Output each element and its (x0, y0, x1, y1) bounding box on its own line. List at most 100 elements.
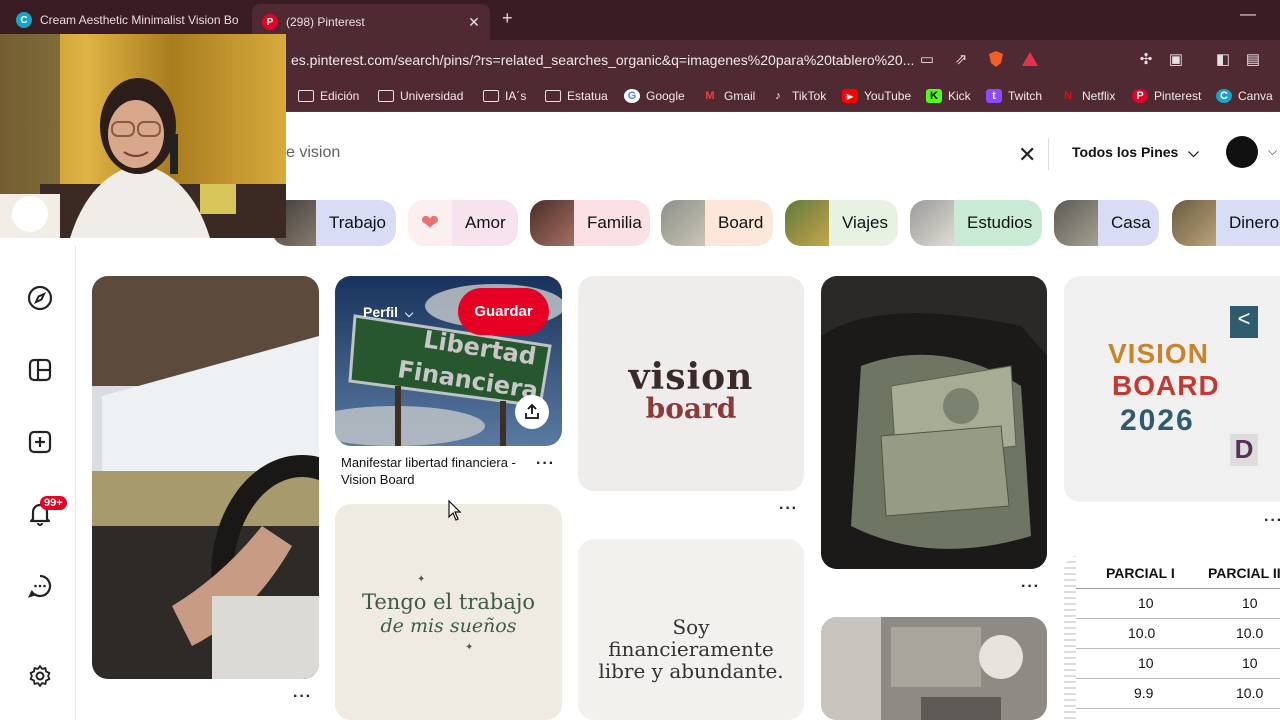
table-row: 10 10 (1076, 649, 1280, 679)
bookmark-edicion[interactable]: Edición (298, 86, 359, 106)
pin-title[interactable]: Manifestar libertad financiera - Vision … (341, 454, 521, 488)
chevron-down-icon[interactable]: ⌵ (1268, 144, 1277, 159)
explore-icon[interactable] (26, 284, 54, 312)
tab-pinterest[interactable]: P (298) Pinterest ✕ (252, 4, 490, 40)
pin-more-button[interactable]: ··· (293, 688, 312, 706)
bookmark-canva[interactable]: C Canva (1216, 86, 1273, 106)
kick-icon: K (926, 89, 942, 103)
divider (1048, 138, 1049, 170)
folder-icon (545, 90, 561, 102)
search-input[interactable]: e vision (286, 144, 340, 162)
quote-line: de mis sueños (380, 615, 517, 637)
bookmark-tiktok[interactable]: ♪ TikTok (770, 86, 826, 106)
pinterest-icon: P (1132, 89, 1148, 103)
boards-icon[interactable] (26, 356, 54, 384)
chip-thumbnail (785, 200, 829, 246)
chip-label: Dinero (1229, 213, 1280, 232)
chip-dinero[interactable]: Dinero (1172, 200, 1280, 246)
logo-text: BOARD (1112, 370, 1220, 401)
bookmark-twitch[interactable]: t Twitch (986, 86, 1042, 106)
chip-casa[interactable]: Casa (1054, 200, 1159, 246)
share-icon[interactable]: ⇗ (951, 50, 971, 70)
pin-quote-libre[interactable]: Soy financieramente libre y abundante. (578, 539, 804, 720)
logo-text: 2026 (1120, 404, 1195, 437)
table-cell: 10 (1242, 595, 1258, 611)
chip-familia[interactable]: Familia (530, 200, 650, 246)
chip-label: Casa (1111, 213, 1151, 232)
pin-car-driving[interactable] (92, 276, 319, 679)
chip-label: Trabajo (329, 213, 387, 232)
pin-money-bag[interactable] (821, 276, 1047, 569)
table-cell: 10.0 (1128, 625, 1156, 641)
bookmark-label: Netflix (1082, 89, 1116, 103)
pin-room[interactable] (821, 617, 1047, 720)
bookmark-universidad[interactable]: Universidad (378, 86, 463, 106)
pin-more-button[interactable]: ··· (1264, 512, 1280, 530)
bookmark-label: Google (646, 89, 685, 103)
bookmark-kick[interactable]: K Kick (926, 86, 971, 106)
chip-thumbnail (661, 200, 705, 246)
tab-canva[interactable]: C Cream Aesthetic Minimalist Vision Bo (8, 6, 244, 34)
bookmark-ias[interactable]: IA´s (483, 86, 526, 106)
logo-text: board (645, 392, 737, 425)
table-cell: 10 (1138, 595, 1154, 611)
close-tab-icon[interactable]: ✕ (464, 14, 484, 31)
bookmark-pinterest[interactable]: P Pinterest (1132, 86, 1201, 106)
pin-more-button[interactable]: ··· (1021, 578, 1040, 596)
pin-vision-board-logo[interactable]: vision board (578, 276, 804, 491)
share-button[interactable] (515, 395, 549, 429)
bookmark-google[interactable]: G Google (624, 86, 685, 106)
clear-search-icon[interactable]: ✕ (1018, 142, 1036, 168)
brave-rewards-icon[interactable] (1020, 50, 1040, 70)
chip-estudios[interactable]: Estudios (910, 200, 1042, 246)
pin-more-button[interactable]: ··· (779, 500, 798, 518)
money-bag-image (821, 276, 1047, 569)
table-row: 9.9 10.0 (1076, 679, 1280, 709)
bookmark-netflix[interactable]: N Netflix (1060, 86, 1115, 106)
table-header-row: PARCIAL I PARCIAL II (1076, 555, 1280, 589)
canva-icon: C (1216, 89, 1232, 103)
bookmark-label: Universidad (400, 89, 464, 103)
extensions-icon[interactable]: ✣ (1136, 50, 1156, 70)
messages-icon[interactable] (26, 572, 54, 600)
reading-list-icon[interactable]: ▣ (1166, 50, 1186, 70)
sparkle-icon: ✦ (465, 642, 474, 653)
minimize-window-icon[interactable]: — (1240, 6, 1256, 24)
chip-trabajo[interactable]: Trabajo (272, 200, 396, 246)
pin-more-button[interactable]: ··· (536, 455, 555, 473)
cast-icon[interactable]: ▭ (917, 50, 937, 70)
brave-shield-icon[interactable] (986, 50, 1006, 70)
chip-viajes[interactable]: Viajes (785, 200, 898, 246)
filter-label: Todos los Pines (1072, 144, 1179, 160)
create-icon[interactable] (26, 428, 54, 456)
pin-vision-board-2026[interactable]: VISION BOARD 2026 D < (1064, 276, 1280, 502)
chip-board[interactable]: Board (661, 200, 773, 246)
bookmark-gmail[interactable]: M Gmail (702, 86, 755, 106)
pin-libertad-financiera[interactable]: Libertad Financiera Perfil ⌵ Guardar (335, 276, 562, 446)
wallet-icon[interactable]: ▤ (1243, 50, 1263, 70)
pin-quote-trabajo[interactable]: ✦ Tengo el trabajo de mis sueños ✦ (335, 504, 562, 720)
sidebar-icon[interactable]: ◧ (1213, 50, 1233, 70)
table-cell: 10.0 (1236, 625, 1264, 641)
table-header: PARCIAL II (1208, 565, 1280, 581)
table-row: 10 10 (1076, 589, 1280, 619)
bookmark-estatua[interactable]: Estatua (545, 86, 608, 106)
settings-icon[interactable] (26, 662, 54, 690)
netflix-icon: N (1064, 90, 1072, 102)
filter-dropdown[interactable]: Todos los Pines ⌵ (1072, 144, 1199, 161)
chip-amor[interactable]: ❤ Amor (408, 200, 518, 246)
upload-icon (525, 404, 539, 419)
bookmark-youtube[interactable]: ▶ YouTube (842, 86, 911, 106)
save-button[interactable]: Guardar (458, 288, 549, 335)
arrow-tile: < (1230, 306, 1258, 338)
new-tab-button[interactable]: + (502, 8, 513, 29)
tab-title: Cream Aesthetic Minimalist Vision Bo (40, 13, 239, 27)
heart-icon: ❤ (408, 200, 452, 246)
mouse-cursor-icon (448, 500, 462, 521)
bookmark-label: Pinterest (1154, 89, 1202, 103)
pin-grades-table[interactable]: PARCIAL I PARCIAL II 10 10 10.0 10.0 10 … (1064, 555, 1280, 720)
profile-dropdown[interactable]: Perfil ⌵ (363, 304, 413, 321)
bookmark-label: Gmail (724, 89, 756, 103)
avatar[interactable] (1226, 136, 1258, 168)
sparkle-icon: ✦ (417, 574, 426, 585)
